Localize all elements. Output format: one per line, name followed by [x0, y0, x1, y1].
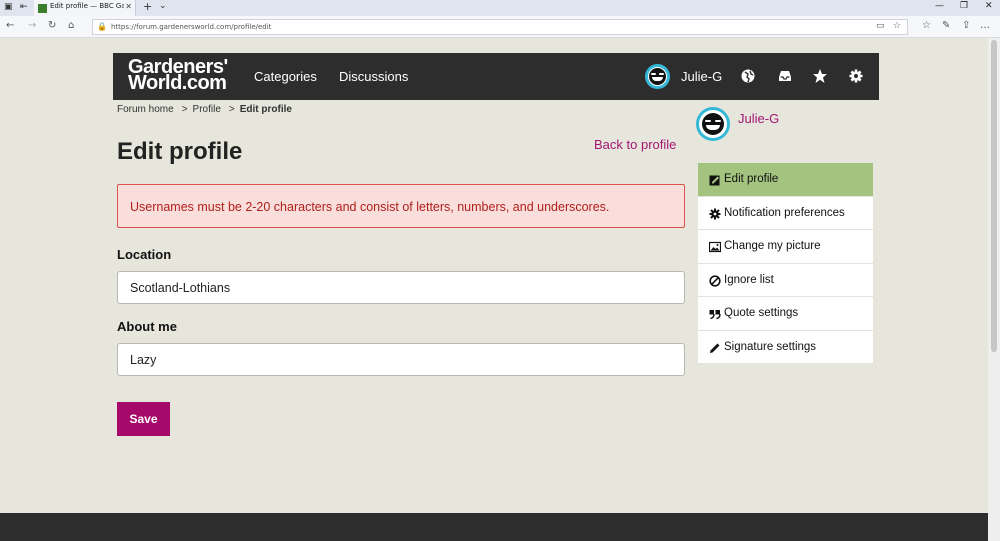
breadcrumb-separator: > — [181, 104, 188, 115]
tab-list-chevron-icon[interactable]: ⌄ — [159, 1, 167, 11]
favicon-icon — [38, 4, 47, 13]
address-bar[interactable]: 🔒 https://forum.gardenersworld.com/profi… — [92, 19, 908, 35]
pencil-icon — [710, 343, 720, 353]
sidebar-item-label: Change my picture — [724, 240, 821, 252]
gear-icon — [709, 208, 721, 219]
header-avatar[interactable] — [645, 64, 670, 89]
sidebar-item-edit-profile[interactable]: Edit profile — [698, 163, 873, 197]
breadcrumb-separator: > — [228, 104, 235, 115]
browser-navbar: ← → ↻ ⌂ 🔒 https://forum.gardenersworld.c… — [0, 16, 1000, 38]
location-input[interactable] — [117, 271, 685, 304]
avatar-face-icon — [702, 113, 724, 135]
share-icon[interactable]: ⇪ — [962, 20, 970, 31]
back-to-profile-link[interactable]: Back to profile — [594, 137, 676, 152]
sidebar-item-signature-settings[interactable]: Signature settings — [698, 330, 873, 364]
favorites-icon[interactable]: ☆ — [922, 20, 931, 31]
site-header: Gardeners' World.com Categories Discussi… — [113, 53, 879, 100]
scrollbar-thumb[interactable] — [991, 40, 997, 352]
breadcrumb-forum-home[interactable]: Forum home — [117, 104, 174, 115]
page-title: Edit profile — [117, 138, 243, 165]
notes-icon[interactable]: ✎ — [942, 20, 950, 31]
tab-title: Edit profile — BBC Gard — [50, 2, 124, 10]
tab-actions-icon[interactable]: ▣ — [4, 2, 13, 12]
new-tab-icon[interactable]: + — [143, 0, 152, 13]
refresh-icon[interactable]: ↻ — [48, 20, 56, 31]
about-me-input[interactable] — [117, 343, 685, 376]
sidebar-item-label: Notification preferences — [724, 206, 845, 219]
logo-line-2: World.com — [128, 72, 227, 94]
browser-tab[interactable]: Edit profile — BBC Gard ✕ — [34, 0, 136, 16]
page-scrollbar[interactable] — [988, 38, 1000, 541]
sidebar-username[interactable]: Julie-G — [738, 111, 779, 126]
set-aside-tabs-icon[interactable]: ⇤ — [20, 2, 28, 12]
home-icon[interactable]: ⌂ — [68, 20, 74, 31]
quote-icon — [709, 310, 721, 320]
breadcrumb-profile[interactable]: Profile — [193, 104, 221, 115]
reading-view-icon[interactable]: ▭ — [876, 21, 885, 31]
sidebar-item-label: Edit profile — [724, 173, 779, 185]
image-icon — [709, 241, 721, 253]
breadcrumb-current: Edit profile — [239, 104, 292, 115]
ban-icon — [709, 274, 721, 287]
site-footer — [0, 513, 988, 541]
settings-gear-icon[interactable] — [848, 68, 864, 84]
edit-icon — [709, 175, 720, 186]
inbox-icon[interactable] — [777, 68, 793, 84]
sidebar-item-quote-settings[interactable]: Quote settings — [698, 297, 873, 331]
sidebar-item-label: Quote settings — [724, 307, 799, 319]
sidebar-item-notification-preferences[interactable]: Notification preferences — [698, 196, 873, 230]
sidebar-item-label: Ignore list — [724, 273, 774, 286]
error-message-box: Usernames must be 2-20 characters and co… — [117, 184, 685, 228]
header-username[interactable]: Julie-G — [681, 69, 722, 84]
tab-close-icon[interactable]: ✕ — [125, 2, 132, 11]
sidebar-avatar[interactable] — [696, 107, 730, 141]
save-button[interactable]: Save — [117, 402, 170, 436]
location-label: Location — [117, 247, 172, 262]
back-icon[interactable]: ← — [6, 20, 14, 31]
window-close-icon[interactable]: ✕ — [985, 1, 993, 11]
site-logo[interactable]: Gardeners' World.com — [128, 57, 228, 94]
profile-menu: Edit profile Notification preferences Ch… — [698, 163, 873, 364]
restore-icon[interactable]: ❐ — [960, 1, 968, 11]
sidebar-item-label: Signature settings — [724, 340, 817, 353]
globe-icon[interactable] — [740, 68, 756, 84]
sidebar-item-change-my-picture[interactable]: Change my picture — [698, 230, 873, 264]
browser-tabbar: ▣ ⇤ Edit profile — BBC Gard ✕ + ⌄ — ❐ ✕ — [0, 0, 1000, 16]
nav-categories[interactable]: Categories — [254, 69, 317, 84]
sidebar-item-ignore-list[interactable]: Ignore list — [698, 263, 873, 297]
about-me-label: About me — [117, 319, 177, 334]
more-icon[interactable]: … — [980, 20, 990, 31]
address-url: https://forum.gardenersworld.com/profile… — [111, 23, 272, 31]
favorite-star-icon[interactable]: ☆ — [893, 21, 901, 31]
avatar-face-icon — [649, 68, 666, 85]
error-message: Usernames must be 2-20 characters and co… — [130, 200, 610, 214]
lock-icon: 🔒 — [97, 22, 107, 31]
breadcrumb: Forum home > Profile > Edit profile — [117, 104, 292, 115]
bookmark-star-icon[interactable] — [812, 68, 828, 84]
minimize-icon[interactable]: — — [935, 1, 944, 11]
nav-discussions[interactable]: Discussions — [339, 69, 408, 84]
forward-icon[interactable]: → — [28, 20, 36, 31]
